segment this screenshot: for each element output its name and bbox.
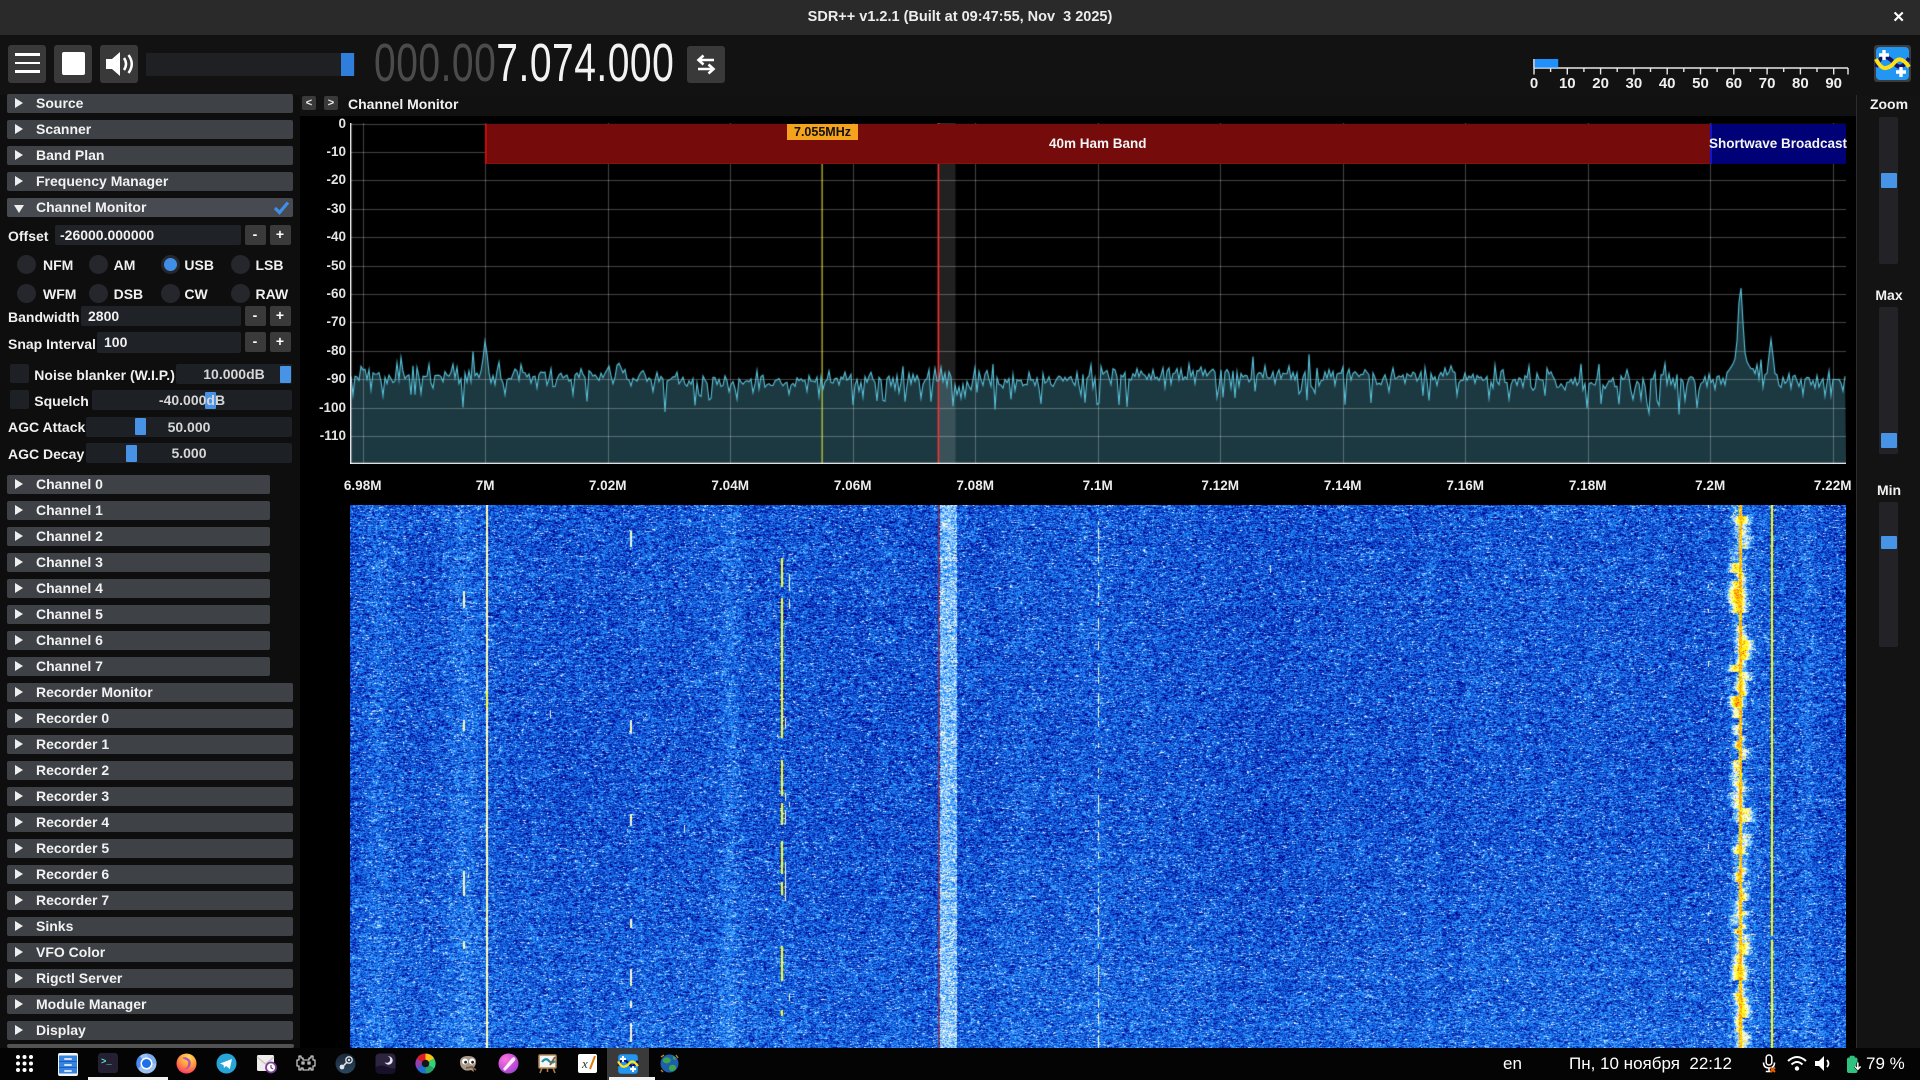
svg-text:20: 20: [1592, 75, 1609, 91]
svg-text:40: 40: [1659, 75, 1676, 91]
svg-text:0: 0: [1530, 75, 1538, 91]
svg-text:80: 80: [1792, 75, 1809, 91]
svg-text:70: 70: [1759, 75, 1776, 91]
svg-text:30: 30: [1626, 75, 1643, 91]
svg-text:60: 60: [1725, 75, 1742, 91]
svg-text:90: 90: [1825, 75, 1842, 91]
svg-text:50: 50: [1692, 75, 1709, 91]
svg-text:10: 10: [1559, 75, 1576, 91]
svg-text:x: x: [581, 1056, 588, 1071]
